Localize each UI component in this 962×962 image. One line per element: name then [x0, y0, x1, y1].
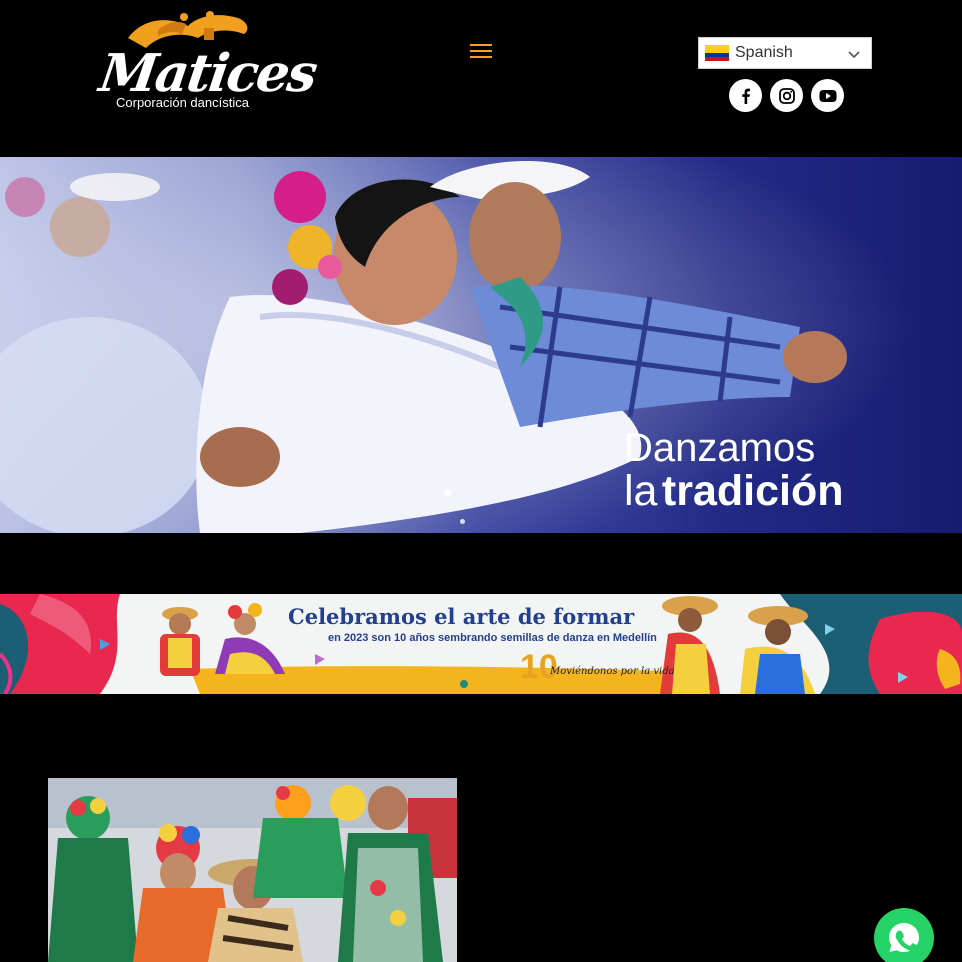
- slider-dot-1[interactable]: [444, 489, 451, 496]
- whatsapp-icon: [889, 923, 919, 952]
- chevron-down-icon: [848, 51, 860, 59]
- instagram-icon: [778, 87, 795, 104]
- hero-slider: Danzamos la tradición: [0, 157, 962, 533]
- social-links: [729, 79, 844, 112]
- hero-title-line2-bold: tradición: [661, 467, 844, 515]
- site-logo[interactable]: Matices Corporación dancística: [96, 8, 319, 120]
- hero-title-line1: Danzamos: [624, 426, 816, 470]
- hero-title-line2-regular: la: [624, 467, 658, 515]
- slider-dot-2[interactable]: [460, 519, 465, 524]
- banner-slogan: Moviéndonos por la vida: [550, 666, 675, 677]
- logo-subtitle: Corporación dancística: [116, 95, 249, 110]
- facebook-icon: [741, 88, 750, 104]
- facebook-button[interactable]: [729, 79, 762, 112]
- language-selected: Spanish: [735, 44, 793, 61]
- hero-title: Danzamos la tradición: [624, 427, 844, 514]
- hamburger-icon[interactable]: [470, 44, 492, 62]
- dancers-photo[interactable]: [48, 778, 457, 962]
- colombia-flag-icon: [705, 45, 729, 61]
- anniversary-banner[interactable]: Celebramos el arte de formar en 2023 son…: [0, 594, 962, 694]
- whatsapp-chat-button[interactable]: [874, 908, 934, 962]
- logo-wordmark: Matices: [95, 43, 320, 104]
- site-header: Matices Corporación dancística Spanish: [0, 0, 962, 157]
- youtube-button[interactable]: [811, 79, 844, 112]
- instagram-button[interactable]: [770, 79, 803, 112]
- language-select[interactable]: Spanish: [698, 37, 872, 69]
- banner-title: Celebramos el arte de formar: [288, 604, 635, 629]
- youtube-icon: [819, 89, 836, 102]
- banner-subtitle: en 2023 son 10 años sembrando semillas d…: [328, 632, 657, 644]
- carnival-dancers-image: [48, 778, 457, 962]
